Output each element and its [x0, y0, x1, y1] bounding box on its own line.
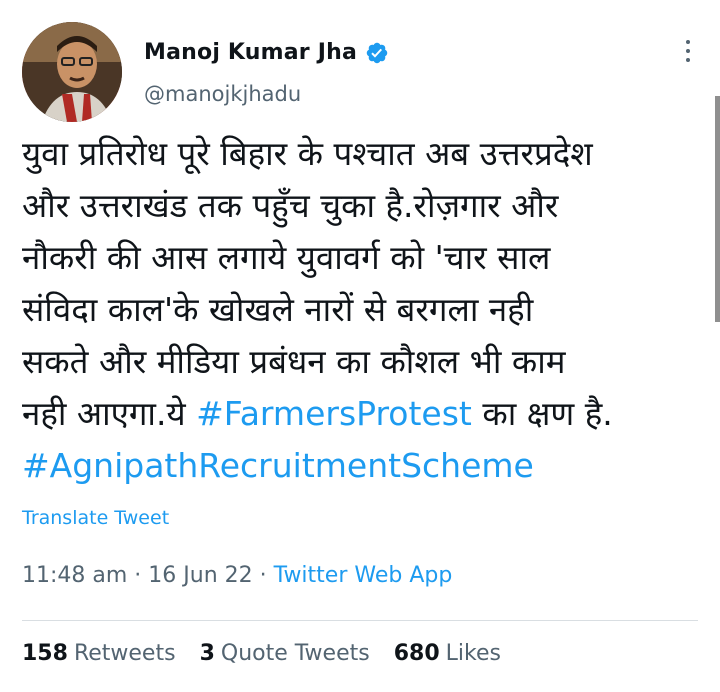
- separator: ·: [127, 563, 149, 588]
- retweets-label: Retweets: [73, 641, 176, 666]
- tweet-stats: 158 Retweets 3 Quote Tweets 680 Likes: [22, 641, 501, 666]
- tweet-line: सकते और मीडिया प्रबंधन का कौशल भी काम: [22, 342, 566, 381]
- tweet-text: युवा प्रतिरोध पूरे बिहार के पश्चात अब उत…: [22, 128, 702, 492]
- more-options-icon[interactable]: [682, 40, 694, 68]
- likes-count: 680: [393, 641, 440, 666]
- verified-badge-icon: [366, 42, 388, 63]
- author-handle[interactable]: @manojkjhadu: [144, 82, 301, 106]
- retweets-stat[interactable]: 158 Retweets: [22, 641, 176, 666]
- tweet-time[interactable]: 11:48 am: [22, 563, 127, 588]
- scrollbar[interactable]: [715, 96, 720, 322]
- tweet-header: Manoj Kumar Jha @manojkjhadu: [22, 22, 702, 122]
- tweet-meta: 11:48 am · 16 Jun 22 · Twitter Web App: [22, 563, 452, 588]
- tweet-line: और उत्तराखंड तक पहुँच चुका है.रोज़गार और: [22, 186, 559, 225]
- divider: [22, 620, 698, 621]
- likes-stat[interactable]: 680 Likes: [394, 641, 501, 666]
- tweet-line: संविदा काल'के खोखले नारों से बरगला नही: [22, 290, 534, 329]
- quote-tweets-stat[interactable]: 3 Quote Tweets: [200, 641, 370, 666]
- tweet-line: युवा प्रतिरोध पूरे बिहार के पश्चात अब उत…: [22, 134, 593, 173]
- tweet-date[interactable]: 16 Jun 22: [148, 563, 252, 588]
- author-name-row[interactable]: Manoj Kumar Jha: [144, 40, 389, 65]
- tweet-line-6: नही आएगा.ये #FarmersProtest का क्षण है.: [22, 388, 702, 440]
- tweet-text-segment: नही आएगा.ये: [22, 394, 197, 433]
- author-name[interactable]: Manoj Kumar Jha: [144, 40, 357, 65]
- likes-label: Likes: [445, 641, 501, 666]
- hashtag-farmers-protest[interactable]: #FarmersProtest: [196, 394, 472, 433]
- quote-tweets-count: 3: [199, 641, 215, 666]
- avatar[interactable]: [22, 22, 122, 122]
- tweet-text-segment: का क्षण है.: [471, 394, 613, 433]
- retweets-count: 158: [22, 641, 68, 666]
- quote-tweets-label: Quote Tweets: [220, 641, 370, 666]
- hashtag-agnipath[interactable]: #AgnipathRecruitmentScheme: [22, 446, 534, 485]
- tweet-line-7: #AgnipathRecruitmentScheme: [22, 440, 702, 492]
- translate-tweet-link[interactable]: Translate Tweet: [22, 507, 169, 529]
- avatar-image: [22, 22, 122, 122]
- separator: ·: [252, 563, 274, 588]
- tweet-line: नौकरी की आस लगाये युवावर्ग को 'चार साल: [22, 238, 551, 277]
- tweet-source-app[interactable]: Twitter Web App: [274, 563, 453, 588]
